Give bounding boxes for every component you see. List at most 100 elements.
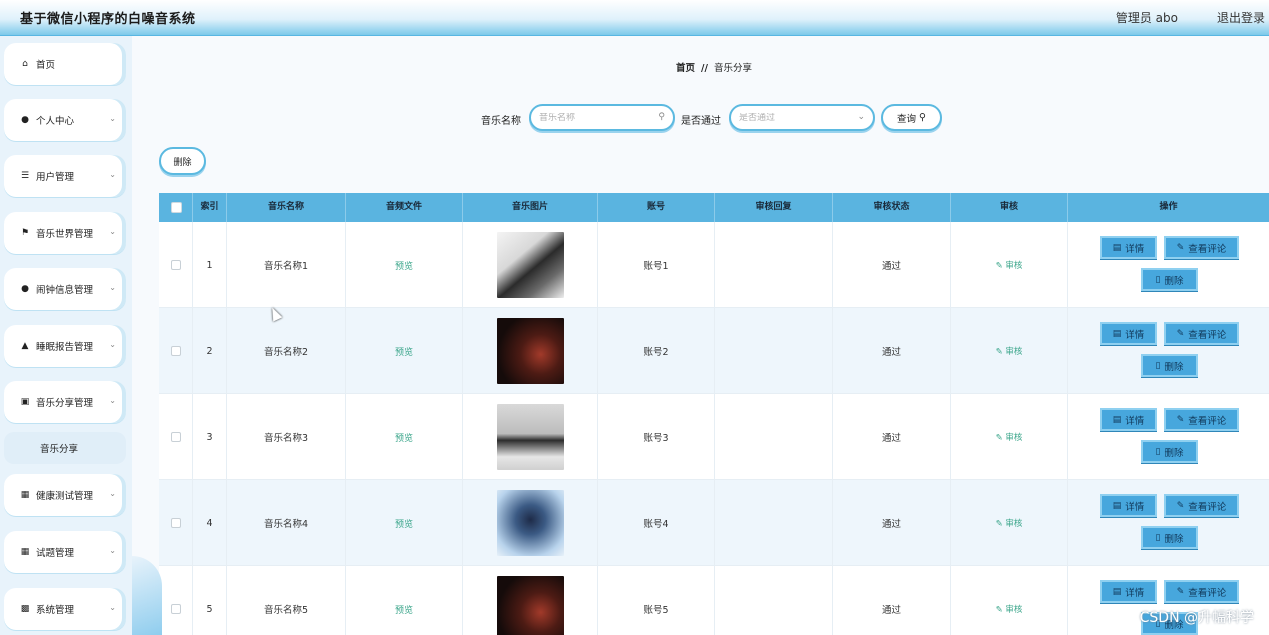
audit-cell: ✎ 审核 [951, 480, 1068, 566]
query-button-label: 查询 [897, 113, 917, 125]
sidebar-item-system[interactable]: ▩ 系统管理 ⌄ [4, 588, 126, 630]
table-row: 2 音乐名称2 预览 账号2 通过 ✎ 审核 [159, 308, 1269, 394]
sidebar-item-music-world[interactable]: ⚑ 音乐世界管理 ⌄ [4, 212, 126, 254]
row-checkbox[interactable] [170, 346, 181, 356]
logout-link[interactable]: 退出登录 [1217, 9, 1265, 26]
edit-icon: ✎ [1176, 500, 1185, 511]
sidebar-item-sleep-report[interactable]: ▲ 睡眠报告管理 ⌄ [4, 325, 126, 367]
preview-link[interactable]: 预览 [395, 259, 413, 272]
breadcrumb: 首页 // 音乐分享 [676, 60, 752, 74]
main-content: 首页 // 音乐分享 音乐名称 ⚲ 是否通过 ⌄ 查询 ⚲ 删除 索引 音乐名称 音… [132, 36, 1269, 635]
audit-link[interactable]: ✎ 审核 [996, 517, 1023, 529]
sidebar-item-health-test[interactable]: ▦ 健康测试管理 ⌄ [4, 474, 126, 516]
delete-row-button[interactable]: ▯ 删除 [1141, 526, 1198, 549]
audit-link[interactable]: ✎ 审核 [996, 431, 1023, 443]
chevron-down-icon: ⌄ [109, 489, 116, 498]
sidebar-item-music-share[interactable]: ▣ 音乐分享管理 ⌄ [4, 381, 126, 423]
sidebar-item-questions[interactable]: ▦ 试题管理 ⌄ [4, 531, 126, 573]
column-header: 索引 [193, 193, 227, 222]
preview-link[interactable]: 预览 [395, 603, 413, 616]
view-comments-button[interactable]: ✎ 查看评论 [1164, 494, 1239, 517]
detail-button[interactable]: ▤ 详情 [1100, 408, 1157, 431]
delete-row-button[interactable]: ▯ 删除 [1141, 268, 1198, 291]
chevron-down-icon: ⌄ [109, 170, 116, 179]
delete-row-button[interactable]: ▯ 删除 [1141, 440, 1198, 463]
audit-link[interactable]: ✎ 审核 [996, 603, 1023, 615]
row-checkbox[interactable] [170, 604, 181, 614]
document-icon: ▤ [1112, 500, 1122, 511]
pass-status-select-wrap: ⌄ [729, 104, 875, 131]
app-title: 基于微信小程序的白噪音系统 [20, 12, 196, 27]
watermark: CSDN @升幅科学 [1139, 610, 1254, 626]
account-cell: 账号5 [598, 566, 715, 635]
column-header: 审核回复 [715, 193, 833, 222]
edit-icon: ✎ [995, 519, 1003, 529]
pass-status-label: 是否通过 [681, 116, 721, 127]
table-header: 索引 音乐名称 音频文件 音乐图片 账号 审核回复 审核状态 审核 操作 [159, 193, 1269, 222]
delete-row-label: 删除 [1164, 361, 1184, 373]
audit-link[interactable]: ✎ 审核 [996, 259, 1023, 271]
briefcase-icon: ▣ [20, 397, 30, 407]
query-button[interactable]: 查询 ⚲ [881, 104, 942, 131]
breadcrumb-home[interactable]: 首页 [676, 63, 695, 74]
detail-button[interactable]: ▤ 详情 [1100, 494, 1157, 517]
batch-delete-button[interactable]: 删除 [159, 147, 206, 175]
sidebar-item-label: 系统管理 [36, 605, 75, 616]
audit-link-label: 审核 [1005, 261, 1023, 271]
sidebar-item-label: 音乐世界管理 [36, 229, 94, 240]
audit-link-label: 审核 [1005, 347, 1023, 357]
music-image [496, 404, 564, 470]
music-name-cell: 音乐名称2 [227, 308, 346, 394]
sidebar-item-label: 健康测试管理 [36, 491, 94, 502]
table-row: 4 音乐名称4 预览 账号4 通过 ✎ 审核 [159, 480, 1269, 566]
detail-button[interactable]: ▤ 详情 [1100, 322, 1157, 345]
search-icon: ⚲ [658, 112, 665, 122]
music-image-cell [463, 566, 598, 635]
view-comments-button[interactable]: ✎ 查看评论 [1164, 408, 1239, 431]
chevron-down-icon: ⌄ [109, 227, 116, 236]
sidebar-item-label: 用户管理 [36, 172, 75, 183]
music-image [496, 232, 564, 298]
chevron-down-icon: ⌄ [109, 340, 116, 349]
row-select-cell [159, 222, 193, 308]
preview-link[interactable]: 预览 [395, 517, 413, 530]
row-checkbox[interactable] [170, 260, 181, 270]
chevron-down-icon: ⌄ [857, 112, 865, 122]
music-name-input[interactable] [539, 112, 673, 123]
detail-button[interactable]: ▤ 详情 [1100, 236, 1157, 259]
chevron-down-icon: ⌄ [109, 283, 116, 292]
row-select-cell [159, 566, 193, 635]
sidebar-item-home[interactable]: ⌂ 首页 [4, 43, 126, 85]
preview-link[interactable]: 预览 [395, 431, 413, 444]
pass-status-select[interactable] [739, 112, 873, 123]
sidebar-item-user-management[interactable]: ☰ 用户管理 ⌄ [4, 155, 126, 197]
index-cell: 4 [193, 480, 227, 566]
sidebar-item-label: 睡眠报告管理 [36, 342, 94, 353]
row-checkbox[interactable] [170, 518, 181, 528]
view-comments-button[interactable]: ✎ 查看评论 [1164, 580, 1239, 603]
audit-cell: ✎ 审核 [951, 308, 1068, 394]
sidebar-item-personal-center[interactable]: ● 个人中心 ⌄ [4, 99, 126, 141]
header-select-all-cell [159, 193, 193, 222]
top-header: 基于微信小程序的白噪音系统 管理员 abo 退出登录 [0, 0, 1269, 36]
breadcrumb-current: 音乐分享 [713, 63, 752, 74]
view-comments-button[interactable]: ✎ 查看评论 [1164, 236, 1239, 259]
select-all-checkbox[interactable] [171, 202, 182, 213]
sidebar-subitem-music-share[interactable]: 音乐分享 [4, 432, 126, 464]
sidebar-item-alarm[interactable]: ● 闹钟信息管理 ⌄ [4, 268, 126, 310]
edit-icon: ✎ [995, 433, 1003, 443]
delete-row-button[interactable]: ▯ 删除 [1141, 354, 1198, 377]
delete-row-label: 删除 [1164, 533, 1184, 545]
view-comments-button[interactable]: ✎ 查看评论 [1164, 322, 1239, 345]
music-image [496, 318, 564, 384]
edit-icon: ✎ [1176, 586, 1185, 597]
preview-link[interactable]: 预览 [395, 345, 413, 358]
index-cell: 1 [193, 222, 227, 308]
audio-file-cell: 预览 [346, 394, 463, 480]
edit-icon: ✎ [1176, 242, 1185, 253]
row-checkbox[interactable] [170, 432, 181, 442]
edit-icon: ✎ [995, 261, 1003, 271]
audit-link[interactable]: ✎ 审核 [996, 345, 1023, 357]
audit-cell: ✎ 审核 [951, 394, 1068, 480]
detail-button[interactable]: ▤ 详情 [1100, 580, 1157, 603]
